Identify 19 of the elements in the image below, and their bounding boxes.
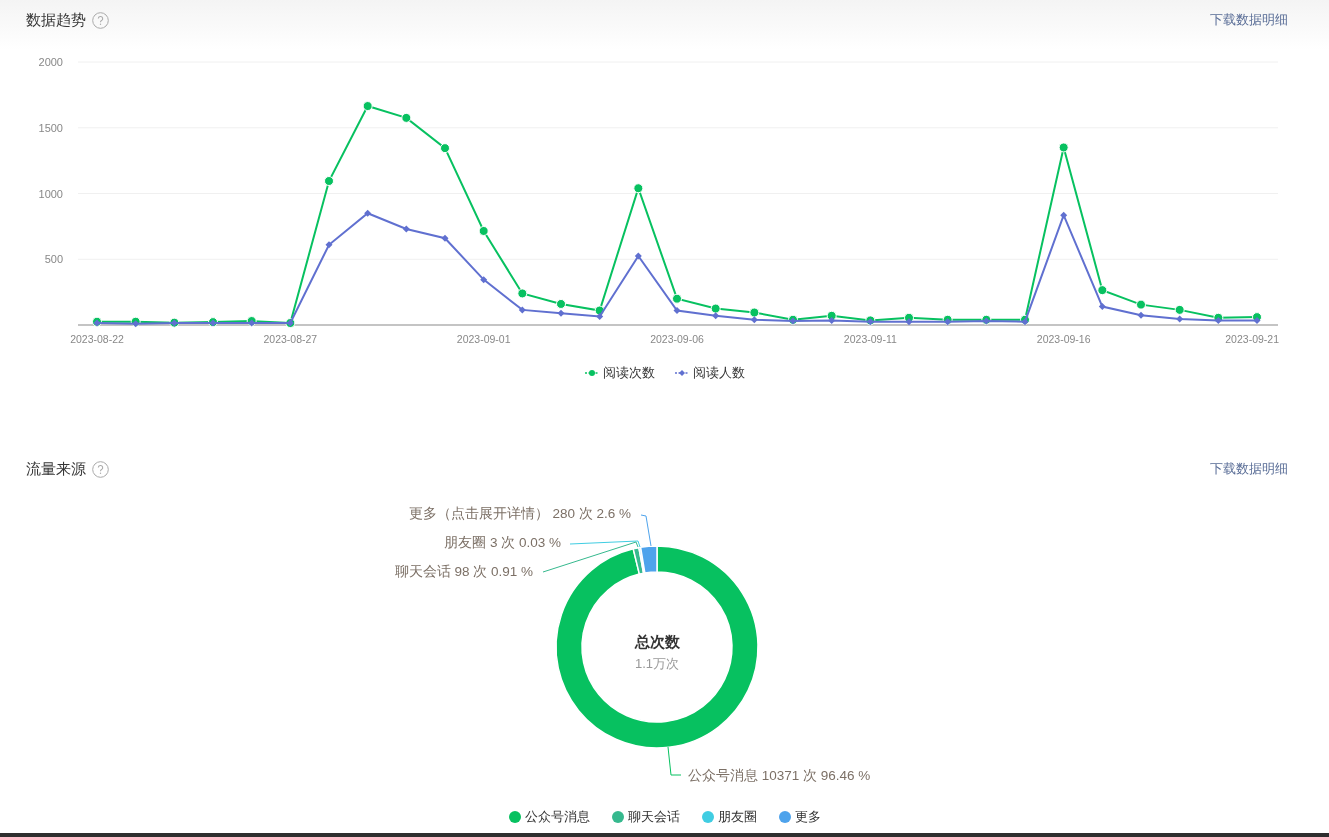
x-axis-label: 2023-08-22: [70, 333, 124, 345]
x-axis-label: 2023-08-27: [263, 333, 318, 345]
center-value: 1.1万次: [634, 656, 680, 671]
slice-label: 更多（点击展开详情） 280 次 2.6 %: [408, 506, 631, 521]
y-axis-label: 1000: [38, 187, 63, 200]
section-title: 流量来源: [26, 459, 86, 479]
y-axis-label: 1500: [38, 121, 63, 134]
section-title: 数据趋势: [26, 10, 86, 30]
y-axis-label: 2000: [38, 56, 63, 68]
slice-label: 公众号消息 10371 次 96.46 %: [688, 768, 871, 783]
x-axis-label: 2023-09-01: [456, 333, 511, 345]
x-axis-label: 2023-09-06: [650, 333, 704, 345]
slice-label: 朋友圈 3 次 0.03 %: [444, 535, 561, 550]
y-axis-label: 500: [44, 253, 63, 266]
x-axis-label: 2023-09-16: [1036, 333, 1091, 345]
center-title: 总次数: [634, 633, 680, 650]
x-axis-label: 2023-09-11: [843, 333, 897, 345]
x-axis-label: 2023-09-21: [1225, 333, 1279, 345]
slice-label: 聊天会话 98 次 0.91 %: [394, 564, 533, 579]
